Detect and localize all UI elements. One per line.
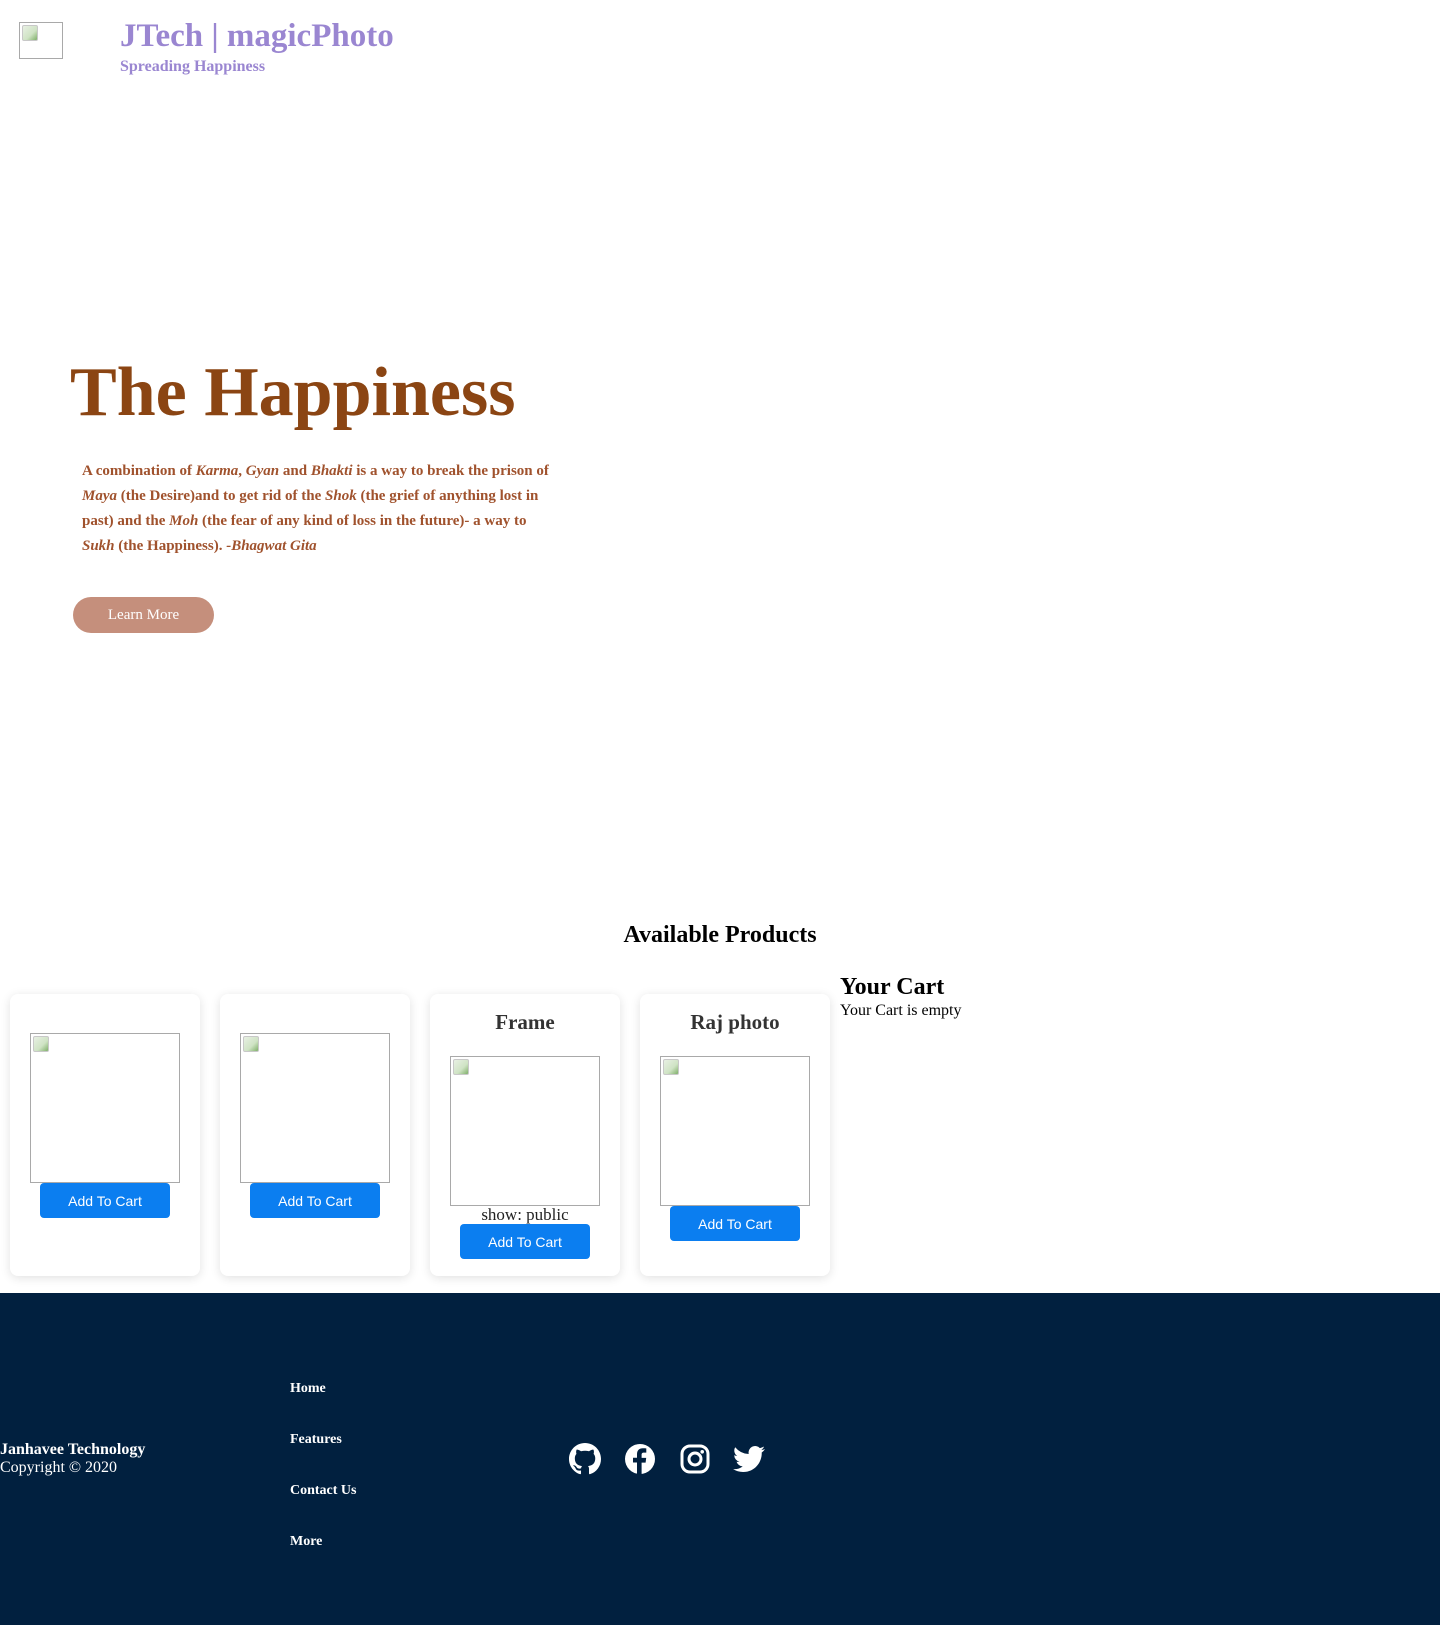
footer-link-contact[interactable]: Contact Us (290, 1483, 357, 1499)
hero-quote: A combination of Karma, Gyan and Bhakti … (82, 463, 549, 554)
add-to-cart-button[interactable]: Add To Cart (250, 1183, 380, 1218)
add-to-cart-button[interactable]: Add To Cart (460, 1224, 590, 1259)
product-title: Frame (495, 1010, 555, 1034)
product-image (660, 1056, 810, 1206)
cart-empty-message: Your Cart is empty (840, 1002, 962, 1019)
github-icon[interactable] (569, 1443, 601, 1475)
products-heading: Available Products (623, 922, 817, 948)
product-title: Raj photo (690, 1010, 780, 1034)
product-visibility-text: show: public (481, 1205, 569, 1224)
brand-title: JTech | magicPhoto (120, 18, 394, 54)
logo-image (19, 22, 63, 59)
footer-link-features[interactable]: Features (290, 1432, 342, 1448)
product-image (240, 1033, 390, 1183)
copyright-text: Copyright © 2020 (0, 1459, 118, 1476)
footer-link-home[interactable]: Home (290, 1381, 326, 1397)
cart-heading: Your Cart (840, 974, 945, 1000)
facebook-icon[interactable] (624, 1443, 656, 1475)
add-to-cart-button[interactable]: Add To Cart (670, 1206, 800, 1241)
hero-title: The Happiness (70, 354, 516, 431)
twitter-icon[interactable] (733, 1443, 765, 1475)
instagram-icon[interactable] (679, 1443, 711, 1475)
company-name: Janhavee Technology (0, 1441, 146, 1458)
product-image (450, 1056, 600, 1206)
brand-tagline: Spreading Happiness (120, 58, 266, 75)
add-to-cart-button[interactable]: Add To Cart (40, 1183, 170, 1218)
learn-more-button[interactable]: Learn More (73, 597, 214, 633)
product-image (30, 1033, 180, 1183)
footer (0, 1293, 1440, 1625)
footer-link-more[interactable]: More (290, 1534, 322, 1550)
